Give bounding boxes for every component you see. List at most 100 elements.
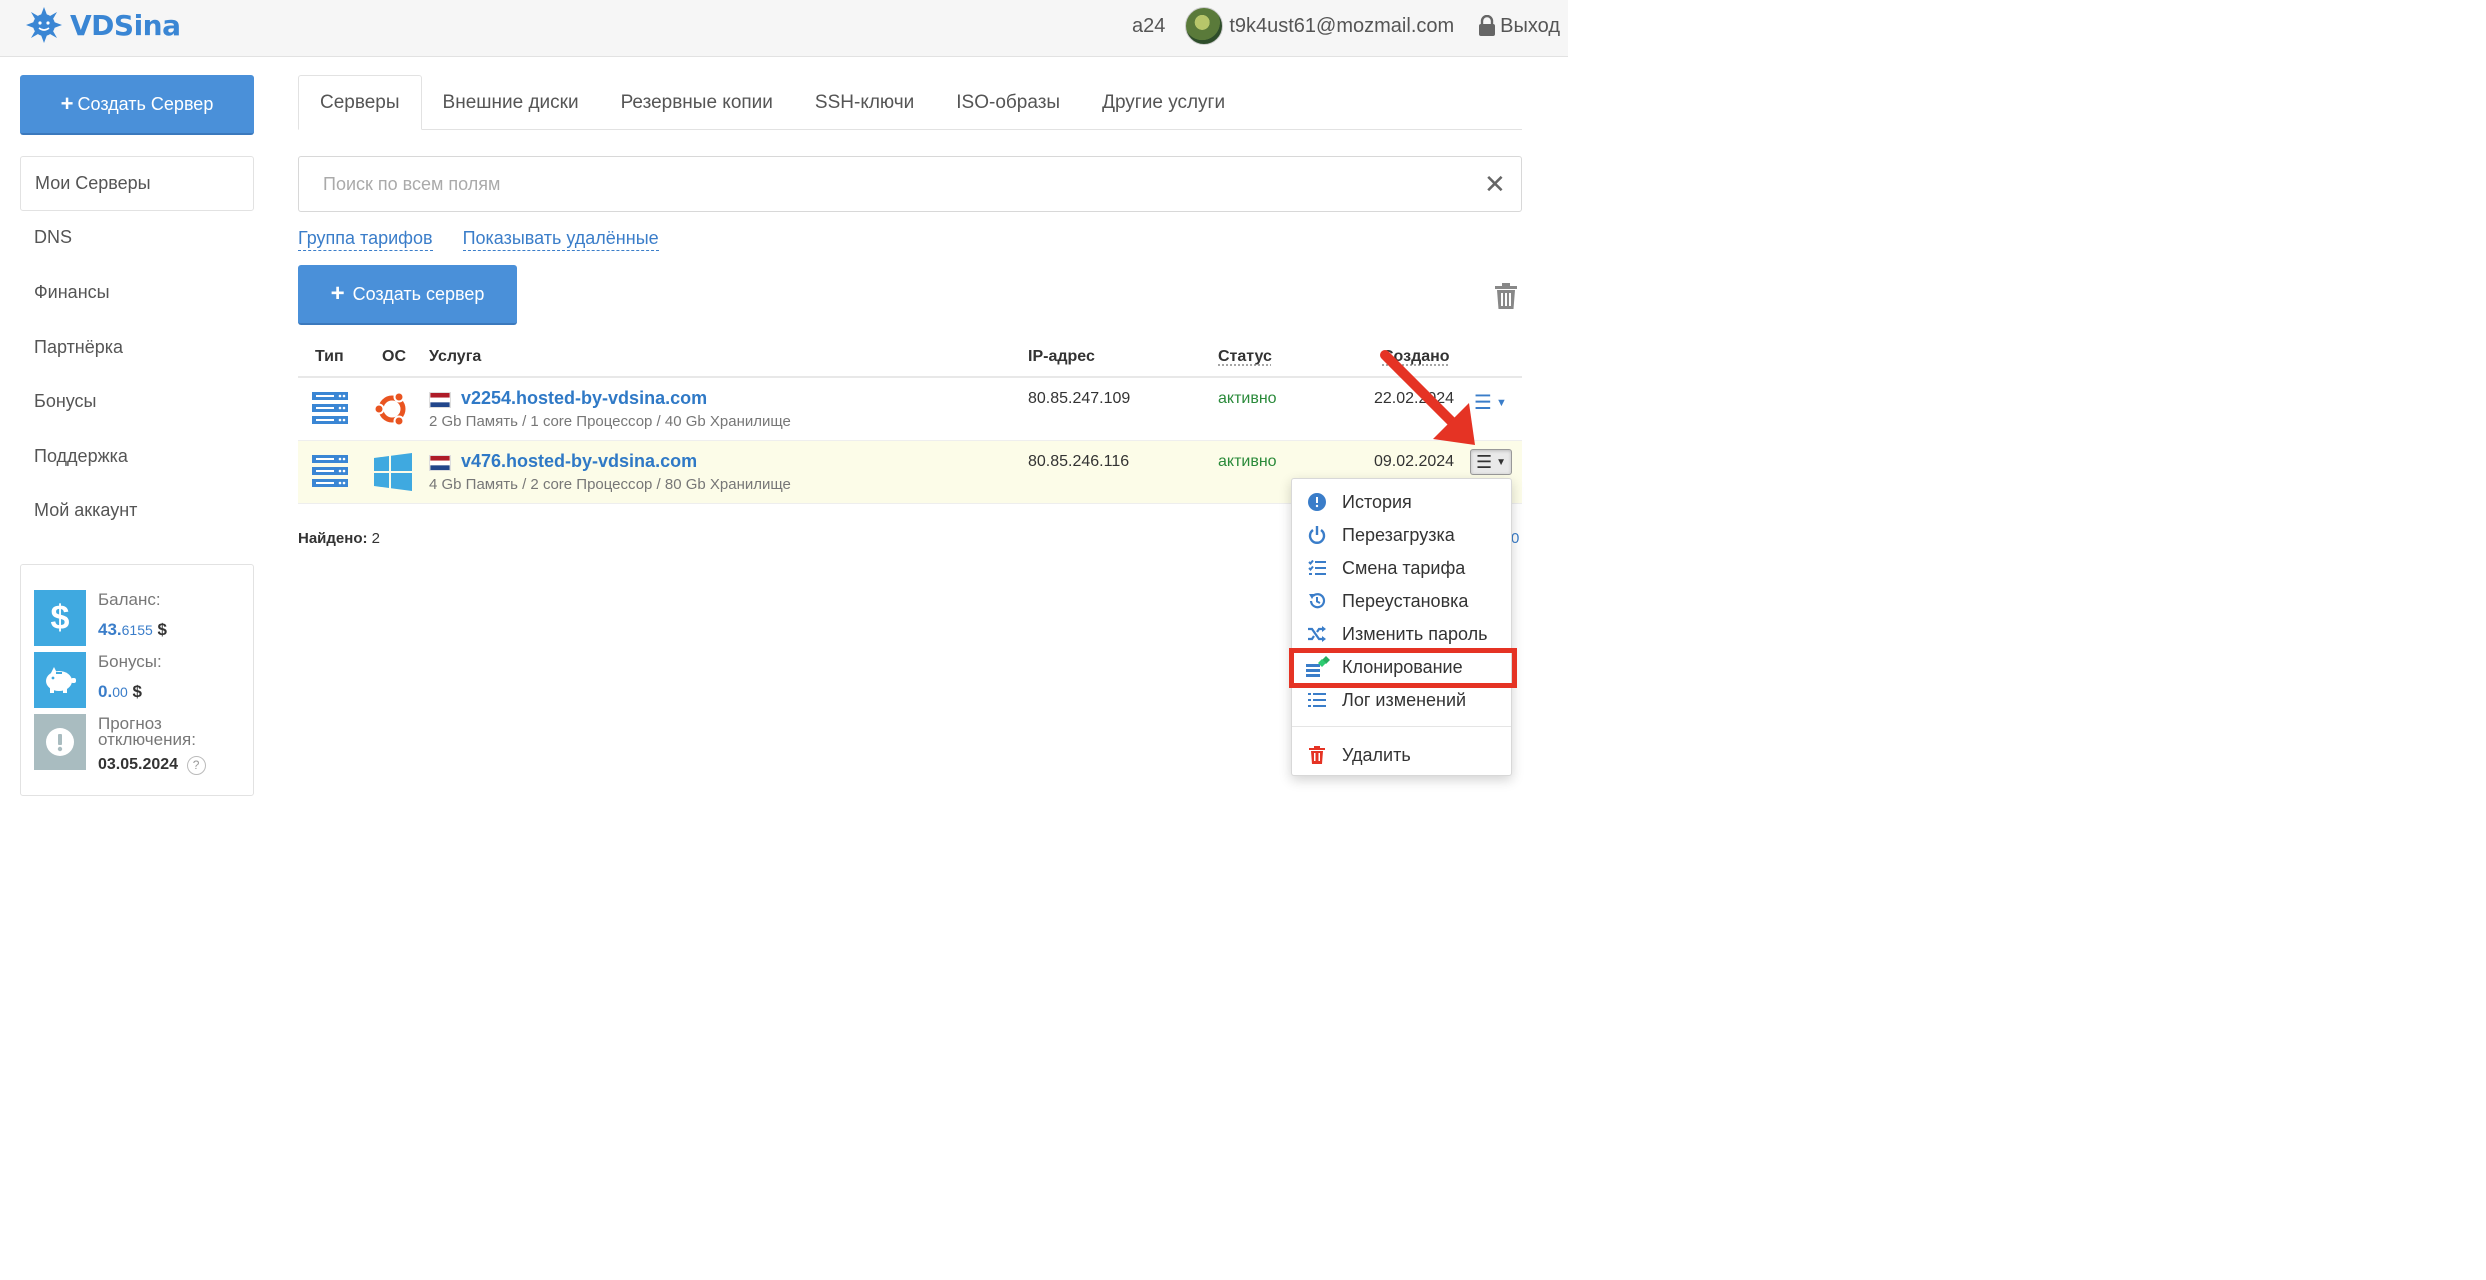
search-input[interactable] bbox=[298, 156, 1522, 212]
sidebar-item-my-servers[interactable]: Мои Серверы bbox=[20, 156, 254, 211]
forecast-date-row: 03.05.2024 ? bbox=[98, 756, 206, 775]
service-name-link[interactable]: v476.hosted-by-vdsina.com bbox=[461, 451, 697, 471]
netherlands-flag-icon bbox=[429, 391, 451, 408]
ubuntu-icon bbox=[373, 391, 406, 427]
sidebar-item-label: Партнёрка bbox=[34, 336, 124, 357]
bonus-frac: 00 bbox=[112, 684, 128, 700]
menu-item-reboot[interactable]: Перезагрузка bbox=[1292, 519, 1511, 551]
sidebar-item-dns[interactable]: DNS bbox=[20, 211, 254, 266]
logo[interactable]: VDSina bbox=[26, 7, 181, 43]
service-specs: 4 Gb Память / 2 core Процессор / 80 Gb Х… bbox=[429, 476, 791, 493]
status-badge: активно bbox=[1218, 390, 1277, 407]
bonus-label: Бонусы: bbox=[98, 652, 162, 671]
service-cell: v2254.hosted-by-vdsina.com 2 Gb Память /… bbox=[429, 388, 791, 430]
create-server-label: Создать сервер bbox=[352, 283, 485, 304]
service-cell: v476.hosted-by-vdsina.com 4 Gb Память / … bbox=[429, 451, 791, 493]
service-specs: 2 Gb Память / 1 core Процессор / 40 Gb Х… bbox=[429, 413, 791, 430]
caret-down-icon: ▼ bbox=[1495, 396, 1507, 409]
create-server-button[interactable]: + Создать сервер bbox=[298, 265, 517, 325]
sidebar-create-server-button[interactable]: + Создать Сервер bbox=[20, 75, 254, 135]
tab-servers[interactable]: Серверы bbox=[298, 75, 422, 130]
tab-other-services[interactable]: Другие услуги bbox=[1081, 75, 1246, 130]
col-os: ОС bbox=[382, 348, 406, 365]
menu-item-delete[interactable]: Удалить bbox=[1292, 739, 1511, 771]
menu-item-label: Перезагрузка bbox=[1342, 524, 1455, 545]
menu-item-label: Лог изменений bbox=[1342, 689, 1467, 710]
exclamation-icon bbox=[34, 714, 86, 770]
found-count: Найдено: 2 bbox=[298, 530, 380, 547]
bonus-row: Бонусы: 0.00 $ bbox=[34, 652, 244, 708]
menu-item-changelog[interactable]: Лог изменений bbox=[1292, 684, 1511, 716]
sidebar-item-support[interactable]: Поддержка bbox=[20, 429, 254, 484]
user-email[interactable]: t9k4ust61@mozmail.com bbox=[1229, 15, 1454, 38]
col-service: Услуга bbox=[429, 348, 482, 365]
menu-item-history[interactable]: История bbox=[1292, 486, 1511, 518]
menu-item-reinstall[interactable]: Переустановка bbox=[1292, 585, 1511, 617]
tab-backups[interactable]: Резервные копии bbox=[600, 75, 794, 130]
table-header: Тип ОС Услуга IP-адрес Статус Создано bbox=[298, 338, 1522, 378]
annotation-highlight-box bbox=[1289, 648, 1517, 688]
sidebar-item-label: Мои Серверы bbox=[35, 172, 151, 193]
col-type: Тип bbox=[315, 348, 344, 365]
forecast-label-line2: отключения: bbox=[98, 730, 196, 749]
menu-item-change-password[interactable]: Изменить пароль bbox=[1292, 618, 1511, 650]
server-type-icon bbox=[312, 455, 348, 487]
bonus-value: 0.00 $ bbox=[98, 682, 142, 702]
tab-external-disks[interactable]: Внешние диски bbox=[422, 75, 600, 130]
col-status[interactable]: Статус bbox=[1218, 348, 1272, 366]
menu-item-label: Удалить bbox=[1342, 744, 1411, 765]
ip-address: 80.85.247.109 bbox=[1028, 390, 1131, 407]
pagination-partial[interactable]: 0 bbox=[1511, 530, 1519, 547]
avatar[interactable] bbox=[1185, 7, 1224, 45]
table-row: v2254.hosted-by-vdsina.com 2 Gb Память /… bbox=[298, 378, 1522, 441]
tariff-group-link[interactable]: Группа тарифов bbox=[298, 228, 433, 251]
windows-icon bbox=[374, 453, 412, 491]
caret-down-icon: ▼ bbox=[1496, 456, 1507, 468]
piggy-bank-icon bbox=[34, 652, 86, 708]
account-id: a24 bbox=[1131, 14, 1166, 37]
sidebar-item-label: Поддержка bbox=[34, 445, 128, 466]
tab-bar: Серверы Внешние диски Резервные копии SS… bbox=[298, 75, 1522, 130]
sidebar-item-finance[interactable]: Финансы bbox=[20, 265, 254, 320]
exclamation-circle-icon bbox=[1292, 493, 1342, 511]
netherlands-flag-icon bbox=[429, 454, 451, 471]
sidebar-create-label: Создать Сервер bbox=[77, 93, 214, 114]
balance-value[interactable]: 43.6155 $ bbox=[98, 620, 167, 640]
balance-frac: 6155 bbox=[121, 622, 153, 638]
menu-item-label: Переустановка bbox=[1342, 590, 1469, 611]
balance-label: Баланс: bbox=[98, 590, 161, 609]
balance-row: $ Баланс: 43.6155 $ bbox=[34, 590, 244, 646]
currency: $ bbox=[132, 682, 142, 701]
shuffle-icon bbox=[1292, 626, 1342, 642]
annotation-arrow-icon bbox=[1380, 350, 1475, 445]
sidebar-item-account[interactable]: Мой аккаунт bbox=[20, 484, 254, 539]
menu-item-label: История bbox=[1342, 491, 1412, 512]
forecast-row: Прогноз отключения: 03.05.2024 ? bbox=[34, 714, 244, 775]
sidebar-item-bonuses[interactable]: Бонусы bbox=[20, 374, 254, 429]
plus-icon: + bbox=[330, 280, 345, 307]
col-ip: IP-адрес bbox=[1028, 348, 1095, 365]
logo-text: VDSina bbox=[70, 8, 181, 42]
balance-int: 43. bbox=[98, 620, 122, 639]
menu-item-label: Изменить пароль bbox=[1342, 623, 1488, 644]
sidebar-item-partner[interactable]: Партнёрка bbox=[20, 320, 254, 375]
balance-panel: $ Баланс: 43.6155 $ Бонусы: 0.00 $ Прогн… bbox=[20, 564, 254, 796]
list-icon bbox=[1292, 692, 1342, 708]
status-badge: активно bbox=[1218, 453, 1277, 470]
bonus-int: 0. bbox=[98, 682, 113, 701]
top-bar: VDSina a24 t9k4ust61@mozmail.com Выход bbox=[0, 0, 1568, 57]
logout-link[interactable]: Выход bbox=[1478, 15, 1560, 38]
service-name-link[interactable]: v2254.hosted-by-vdsina.com bbox=[461, 388, 707, 408]
tab-iso-images[interactable]: ISO-образы bbox=[935, 75, 1081, 130]
currency: $ bbox=[157, 620, 167, 639]
show-deleted-link[interactable]: Показывать удалённые bbox=[462, 228, 659, 251]
dollar-icon: $ bbox=[34, 590, 86, 646]
menu-item-change-tariff[interactable]: Смена тарифа bbox=[1292, 552, 1511, 584]
clear-search-icon[interactable]: ✕ bbox=[1484, 171, 1506, 197]
history-icon bbox=[1292, 592, 1342, 610]
tab-ssh-keys[interactable]: SSH-ключи bbox=[794, 75, 935, 130]
logout-label: Выход bbox=[1500, 14, 1560, 37]
help-icon[interactable]: ? bbox=[186, 756, 206, 775]
plus-icon: + bbox=[60, 91, 74, 116]
trash-icon[interactable] bbox=[1494, 282, 1518, 310]
